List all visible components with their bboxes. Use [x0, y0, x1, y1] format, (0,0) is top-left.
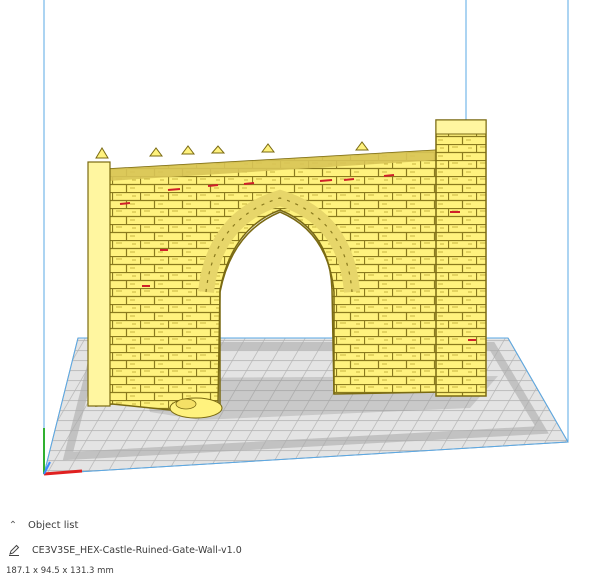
object-list-panel: ⌃ Object list CE3V3SE_HEX-Castle-Ruined-…	[0, 505, 600, 583]
object-name: CE3V3SE_HEX-Castle-Ruined-Gate-Wall-v1.0	[32, 544, 242, 556]
object-row[interactable]: CE3V3SE_HEX-Castle-Ruined-Gate-Wall-v1.0	[8, 542, 242, 558]
scene	[43, 0, 569, 476]
object-list-label: Object list	[28, 519, 79, 531]
3d-viewport[interactable]	[0, 0, 600, 505]
pencil-icon[interactable]	[8, 544, 20, 556]
object-dimensions: 187.1 x 94.5 x 131.3 mm	[6, 566, 114, 576]
object-list-toggle[interactable]: ⌃ Object list	[8, 517, 79, 533]
chevron-up-icon: ⌃	[8, 519, 18, 531]
